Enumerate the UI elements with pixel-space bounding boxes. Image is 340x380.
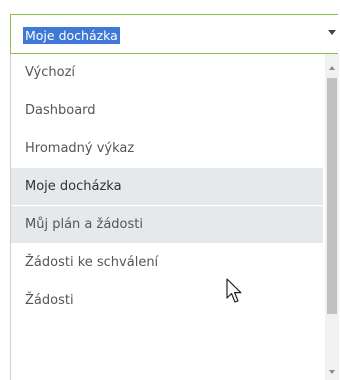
scroll-down-arrow-icon[interactable] [329,370,335,374]
option-zadosti-ke-schvaleni[interactable]: Žádosti ke schválení [11,244,323,281]
select-value: Moje docházka [23,27,120,44]
scroll-up-arrow-icon[interactable] [329,66,335,70]
option-hromadny-vykaz[interactable]: Hromadný výkaz [11,130,323,167]
dropdown-list: Výchozí Dashboard Hromadný výkaz Moje do… [10,54,340,380]
scrollbar-thumb[interactable] [327,78,337,314]
dropdown-scrollbar[interactable] [325,54,339,380]
caret-down-icon[interactable] [328,30,336,35]
option-zadosti[interactable]: Žádosti [11,282,323,319]
option-dashboard[interactable]: Dashboard [11,92,323,129]
page: Moje docházka Výchozí Dashboard Hromadný… [0,0,340,380]
option-muj-plan-a-zadosti[interactable]: Můj plán a žádosti [11,206,323,243]
mouse-pointer-icon [226,278,242,303]
option-moje-dochazka[interactable]: Moje docházka [11,168,323,205]
option-vychozi[interactable]: Výchozí [11,54,323,91]
page-select[interactable]: Moje docházka [10,14,338,54]
